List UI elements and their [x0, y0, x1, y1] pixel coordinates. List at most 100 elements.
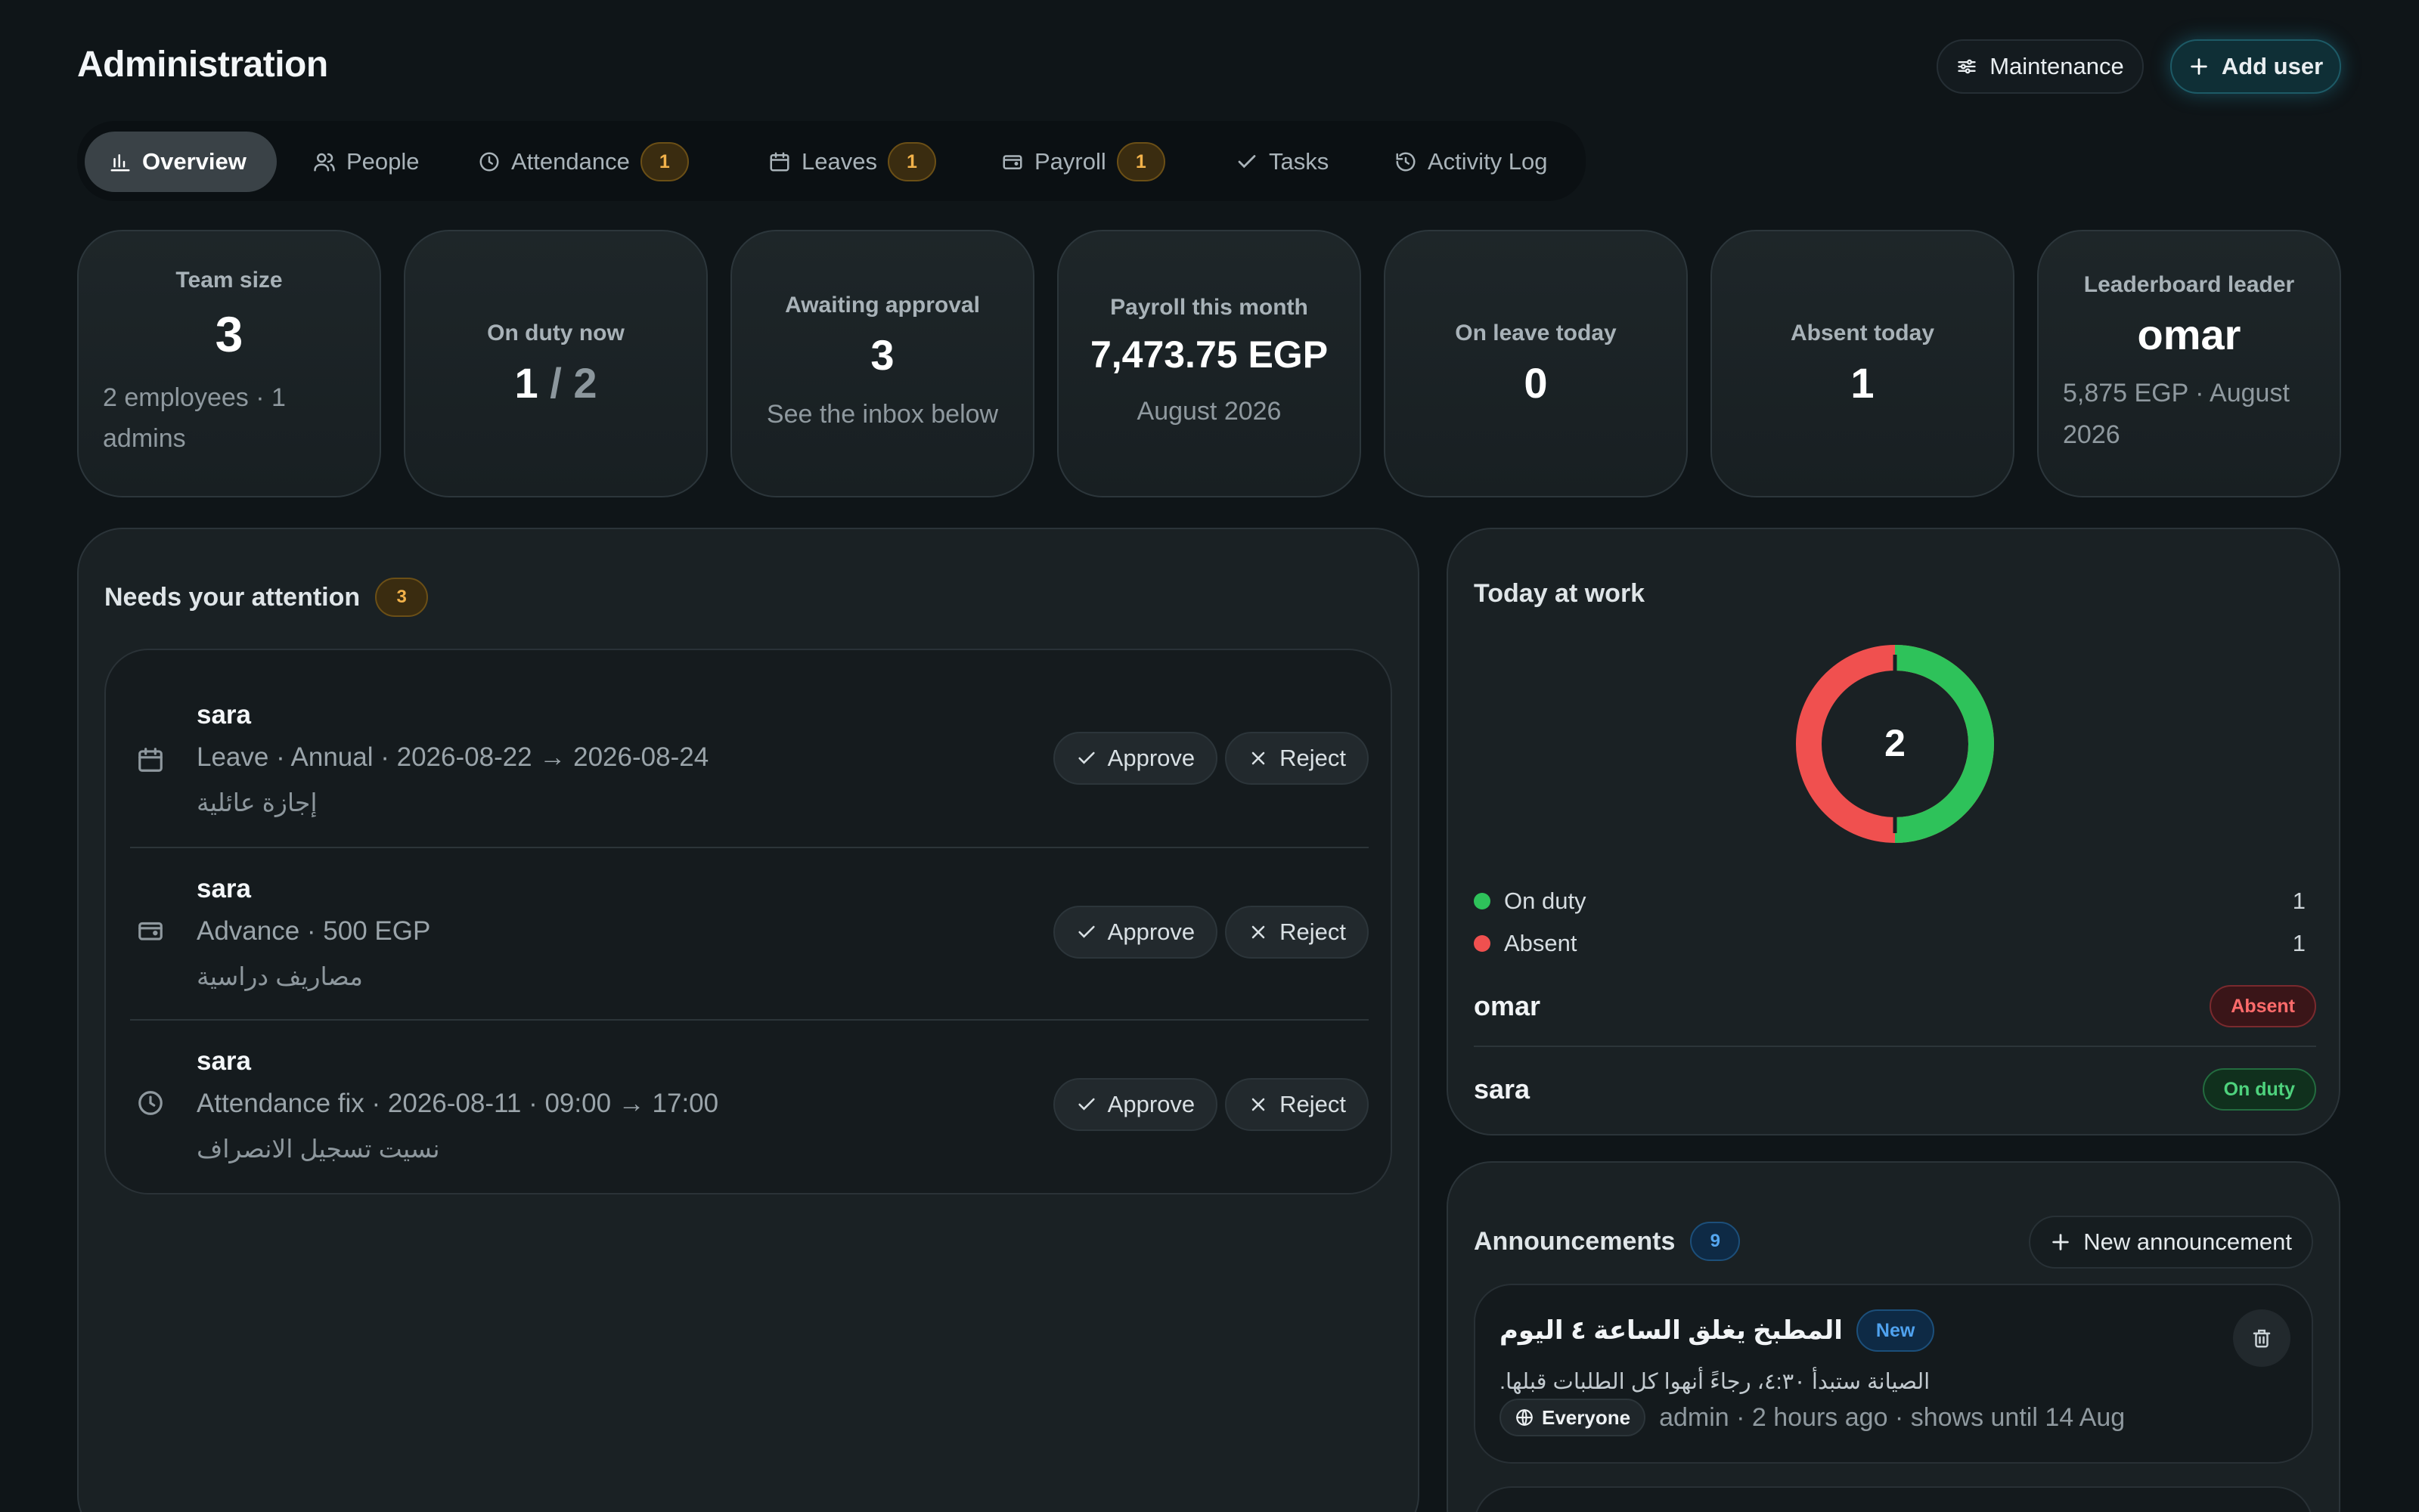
stat-sub: 2 employees · 1 admins: [103, 383, 286, 454]
announcements-count-badge: 9: [1690, 1222, 1741, 1261]
calendar-icon: [768, 150, 791, 173]
arrow-icon: →: [618, 1089, 645, 1118]
tab-badge: 1: [887, 142, 936, 181]
users-icon: [313, 150, 336, 173]
approve-button[interactable]: Approve: [1053, 906, 1218, 959]
wallet-icon: [136, 916, 165, 945]
request-detail: Leave · Annual · 2026-08-22 → 2026-08-24: [197, 742, 709, 773]
globe-icon: [1515, 1408, 1534, 1427]
tab-activity-log[interactable]: Activity Log: [1370, 132, 1572, 192]
stat-label: On leave today: [1455, 321, 1617, 346]
add-user-label: Add user: [2221, 53, 2324, 79]
request-detail: Advance · 500 EGP: [197, 916, 431, 946]
stat-value: 1: [1850, 359, 1875, 407]
red-dot-icon: [1474, 935, 1490, 952]
stat-sub: August 2026: [1137, 397, 1282, 426]
tab-label: Tasks: [1269, 148, 1329, 175]
stat-value-main: 1: [514, 359, 538, 407]
add-user-button[interactable]: Add user: [2170, 39, 2341, 94]
close-icon: [1248, 922, 1269, 943]
calendar-icon: [136, 745, 165, 774]
stat-payroll: Payroll this month 7,473.75 EGP August 2…: [1057, 230, 1361, 497]
divider: [130, 847, 1369, 848]
close-icon: [1248, 1094, 1269, 1115]
attention-title: Needs your attention: [104, 582, 361, 612]
announcements-header: Announcements 9: [1474, 1222, 1741, 1261]
check-icon: [1076, 748, 1097, 769]
tab-bar: Overview People Attendance 1 Leaves 1 Pa…: [77, 121, 1586, 201]
stat-value: 0: [1524, 359, 1548, 407]
wallet-icon: [1001, 150, 1024, 173]
tab-label: Activity Log: [1428, 148, 1548, 175]
stat-value: 1 / 2: [515, 360, 597, 407]
today-at-work-panel: Today at work 2 On duty 1 Absent 1 omar …: [1447, 528, 2340, 1136]
tab-label: Overview: [142, 148, 247, 175]
new-announcement-button[interactable]: New announcement: [2029, 1216, 2313, 1269]
reject-button[interactable]: Reject: [1225, 906, 1369, 959]
stat-absent: Absent today 1: [1710, 230, 2014, 497]
detail-start: Attendance fix · 2026-08-11 · 09:00: [197, 1089, 612, 1118]
requester-name: sara: [197, 700, 252, 730]
stat-value: 3: [215, 306, 243, 363]
attention-count-badge: 3: [375, 578, 429, 617]
detail-end: 17:00: [652, 1089, 719, 1118]
stat-leaderboard: Leaderboard leader omar 5,875 EGP · Augu…: [2037, 230, 2341, 497]
reject-label: Reject: [1279, 1091, 1346, 1117]
tab-people[interactable]: People: [289, 132, 444, 192]
announcement-card: المطبخ يغلق الساعة ٤ اليوم New الصيانة س…: [1474, 1284, 2313, 1464]
stat-awaiting-approval: Awaiting approval 3 See the inbox below: [730, 230, 1034, 497]
stat-value-total: / 2: [550, 359, 597, 407]
announcement-card: [1474, 1486, 2313, 1512]
announcement-meta-row: Everyone admin · 2 hours ago · shows unt…: [1499, 1399, 2125, 1436]
approve-button[interactable]: Approve: [1053, 1078, 1218, 1131]
request-actions: Approve Reject: [1053, 1078, 1369, 1131]
person-name: sara: [1474, 1074, 1530, 1105]
stat-label: Awaiting approval: [785, 293, 980, 318]
reject-button[interactable]: Reject: [1225, 1078, 1369, 1131]
tab-attendance[interactable]: Attendance 1: [454, 132, 713, 192]
request-note: نسيت تسجيل الانصراف: [197, 1135, 440, 1163]
approve-label: Approve: [1107, 1091, 1196, 1117]
delete-announcement-button[interactable]: [2233, 1309, 2290, 1367]
maintenance-button[interactable]: Maintenance: [1937, 39, 2144, 94]
stat-team-size: Team size 3 2 employees · 1 admins: [77, 230, 381, 497]
list-item: sara Advance · 500 EGP مصاريف دراسية App…: [130, 869, 1369, 998]
person-row: omar Absent: [1474, 980, 2316, 1033]
tab-label: People: [346, 148, 420, 175]
stat-value: omar: [2137, 310, 2241, 358]
audience-badge: Everyone: [1499, 1399, 1646, 1436]
tab-leaves[interactable]: Leaves 1: [744, 132, 960, 192]
legend-label: On duty: [1504, 888, 1586, 914]
tab-badge: 1: [1116, 142, 1165, 181]
tab-overview[interactable]: Overview: [85, 132, 277, 192]
approve-button[interactable]: Approve: [1053, 732, 1218, 785]
donut-total: 2: [1884, 722, 1906, 764]
person-row: sara On duty: [1474, 1063, 2316, 1116]
person-name: omar: [1474, 990, 1541, 1021]
list-item: sara Attendance fix · 2026-08-11 · 09:00…: [130, 1042, 1369, 1170]
tab-label: Attendance: [511, 148, 630, 175]
today-title: Today at work: [1474, 579, 1645, 608]
tab-payroll[interactable]: Payroll 1: [977, 132, 1189, 192]
attendance-donut: 2: [1794, 643, 1996, 845]
close-icon: [1248, 748, 1269, 769]
plus-icon: [2188, 56, 2210, 77]
request-note: إجازة عائلية: [197, 789, 318, 816]
stat-label: Team size: [175, 268, 283, 293]
sliders-icon: [1956, 56, 1977, 77]
stat-label: Absent today: [1790, 321, 1935, 346]
page-title: Administration: [77, 45, 328, 85]
approval-inbox: sara Leave · Annual · 2026-08-22 → 2026-…: [104, 649, 1392, 1194]
legend-value: 1: [2292, 888, 2306, 914]
legend-value: 1: [2292, 930, 2306, 956]
stat-sub: See the inbox below: [766, 399, 999, 429]
tab-tasks[interactable]: Tasks: [1211, 132, 1353, 192]
approve-label: Approve: [1107, 745, 1196, 771]
announcement-meta: admin · 2 hours ago · shows until 14 Aug: [1659, 1402, 2126, 1432]
status-badge: Absent: [2210, 985, 2316, 1027]
reject-button[interactable]: Reject: [1225, 732, 1369, 785]
stat-on-leave: On leave today 0: [1384, 230, 1688, 497]
announcement-title-row: المطبخ يغلق الساعة ٤ اليوم New: [1499, 1309, 1935, 1352]
detail-start: Leave · Annual · 2026-08-22: [197, 742, 532, 772]
audience-label: Everyone: [1542, 1405, 1631, 1429]
